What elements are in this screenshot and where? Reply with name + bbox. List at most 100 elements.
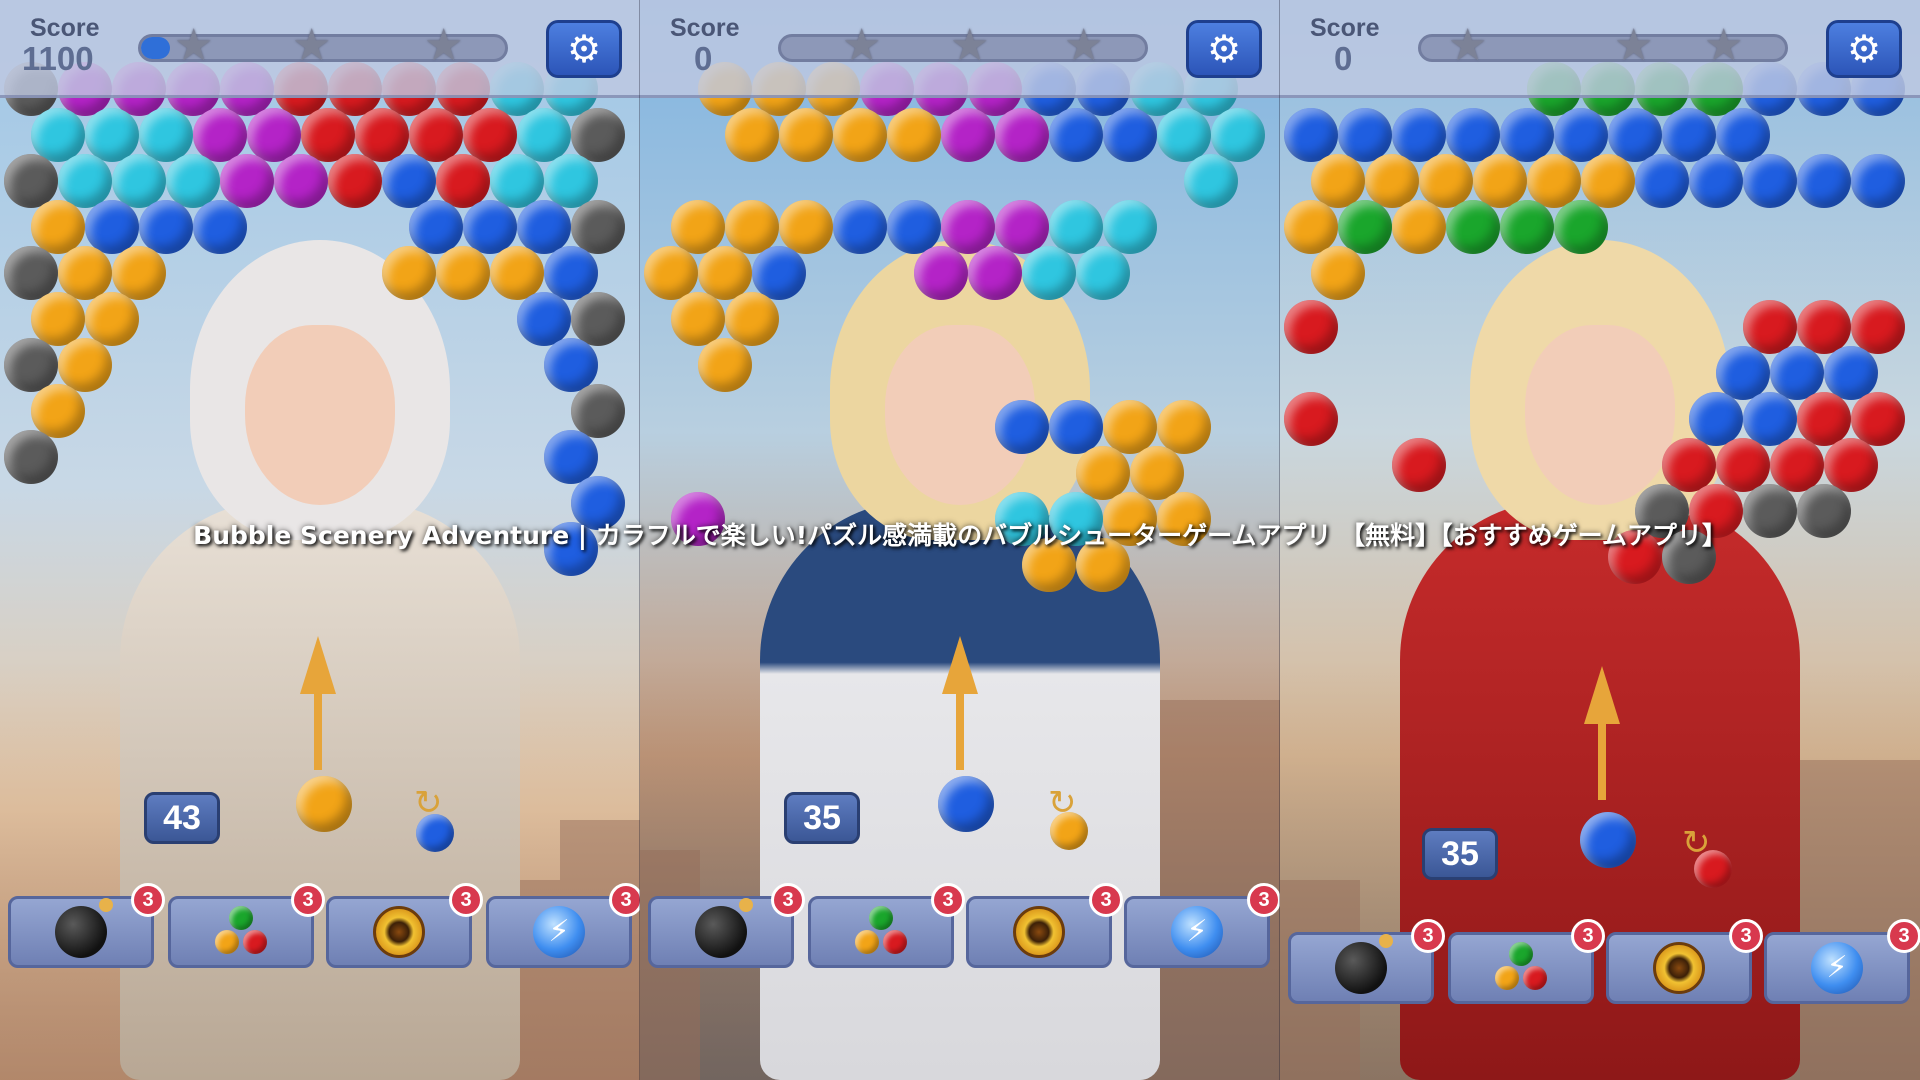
fire-ball-icon (1653, 942, 1705, 994)
bubble (1743, 154, 1797, 208)
bubble (1049, 108, 1103, 162)
bubble (887, 200, 941, 254)
bubble (31, 384, 85, 438)
booster-count: 3 (291, 883, 325, 917)
booster-bomb[interactable]: 3 (8, 883, 165, 968)
bomb-icon (55, 898, 113, 958)
booster-lightning-ball[interactable]: ⚡ 3 (486, 883, 640, 968)
booster-bomb[interactable]: 3 (1288, 919, 1445, 1004)
bubble (995, 400, 1049, 454)
settings-button[interactable]: ⚙ (546, 20, 622, 78)
score-header: Score 0 ★ ★ ★ ⚙ (640, 0, 1280, 98)
booster-lightning-ball[interactable]: ⚡ 3 (1124, 883, 1280, 968)
booster-count: 3 (771, 883, 805, 917)
bubble (941, 108, 995, 162)
shooter-bubble[interactable] (1580, 812, 1636, 868)
bubble (1392, 108, 1446, 162)
aim-line (1598, 720, 1606, 800)
star-icon: ★ (424, 20, 464, 71)
bubble (698, 246, 752, 300)
bubble (1581, 154, 1635, 208)
bubble (85, 292, 139, 346)
bubble (31, 292, 85, 346)
star-icon: ★ (174, 20, 214, 71)
bubble (301, 108, 355, 162)
settings-button[interactable]: ⚙ (1826, 20, 1902, 78)
bubble (1103, 200, 1157, 254)
swap-arrows-icon[interactable]: ↻ (1682, 826, 1711, 860)
shooter-bubble[interactable] (296, 776, 352, 832)
bubble (1824, 438, 1878, 492)
aim-line (956, 690, 964, 770)
booster-color-swap[interactable]: 3 (1448, 919, 1605, 1004)
bubble (85, 108, 139, 162)
bubble (139, 108, 193, 162)
bubble (1662, 438, 1716, 492)
bubble (1797, 392, 1851, 446)
bubble (1392, 200, 1446, 254)
bubble (436, 246, 490, 300)
bubble (1473, 154, 1527, 208)
bubble (1284, 200, 1338, 254)
bubble (1130, 446, 1184, 500)
bubble (1284, 108, 1338, 162)
booster-color-swap[interactable]: 3 (808, 883, 965, 968)
bomb-icon (1335, 934, 1393, 994)
gear-icon: ⚙ (566, 27, 602, 71)
aim-arrow-icon (942, 636, 978, 694)
bubble (490, 246, 544, 300)
bubble (1338, 108, 1392, 162)
moves-remaining: 35 (1422, 828, 1498, 880)
bubble (193, 200, 247, 254)
bubble (671, 200, 725, 254)
booster-lightning-ball[interactable]: ⚡ 3 (1764, 919, 1920, 1004)
aim-arrow-icon (1584, 666, 1620, 724)
gear-icon: ⚙ (1846, 27, 1882, 71)
video-title: Bubble Scenery Adventure | カラフルで楽しい!パズル感… (193, 521, 1727, 550)
bubble (571, 108, 625, 162)
bomb-icon (695, 898, 753, 958)
color-swap-icon (1495, 942, 1547, 994)
star-icon: ★ (1614, 20, 1654, 71)
booster-count: 3 (609, 883, 640, 917)
bubble (1446, 200, 1500, 254)
bubble (409, 108, 463, 162)
moves-remaining: 43 (144, 792, 220, 844)
bubble (517, 108, 571, 162)
bubble (968, 246, 1022, 300)
swap-arrows-icon[interactable]: ↻ (1048, 786, 1077, 820)
score-header: Score 1100 ★ ★ ★ ⚙ (0, 0, 640, 98)
bubble (1392, 438, 1446, 492)
bubble (85, 200, 139, 254)
settings-button[interactable]: ⚙ (1186, 20, 1262, 78)
shooter-bubble[interactable] (938, 776, 994, 832)
bubble (112, 154, 166, 208)
bubble (1824, 346, 1878, 400)
bubble (4, 338, 58, 392)
star-icon: ★ (1704, 20, 1744, 71)
booster-fire-ball[interactable]: 3 (966, 883, 1123, 968)
booster-color-swap[interactable]: 3 (168, 883, 325, 968)
booster-count: 3 (449, 883, 483, 917)
bubble (220, 154, 274, 208)
aim-arrow-icon (300, 636, 336, 694)
bubble (1743, 300, 1797, 354)
bubble (571, 292, 625, 346)
bubble (4, 246, 58, 300)
booster-fire-ball[interactable]: 3 (326, 883, 483, 968)
bubble (1184, 154, 1238, 208)
booster-fire-ball[interactable]: 3 (1606, 919, 1763, 1004)
score-label: Score (30, 14, 100, 42)
score-header: Score 0 ★ ★ ★ ⚙ (1280, 0, 1920, 98)
booster-bomb[interactable]: 3 (648, 883, 805, 968)
bubble (1284, 392, 1338, 446)
bubble (1211, 108, 1265, 162)
swap-arrows-icon[interactable]: ↻ (414, 786, 443, 820)
star-icon: ★ (292, 20, 332, 71)
bubble (1851, 392, 1905, 446)
bubble (941, 200, 995, 254)
bubble (4, 154, 58, 208)
bubble (436, 154, 490, 208)
score-value: 1100 (22, 40, 94, 77)
bubble (166, 154, 220, 208)
